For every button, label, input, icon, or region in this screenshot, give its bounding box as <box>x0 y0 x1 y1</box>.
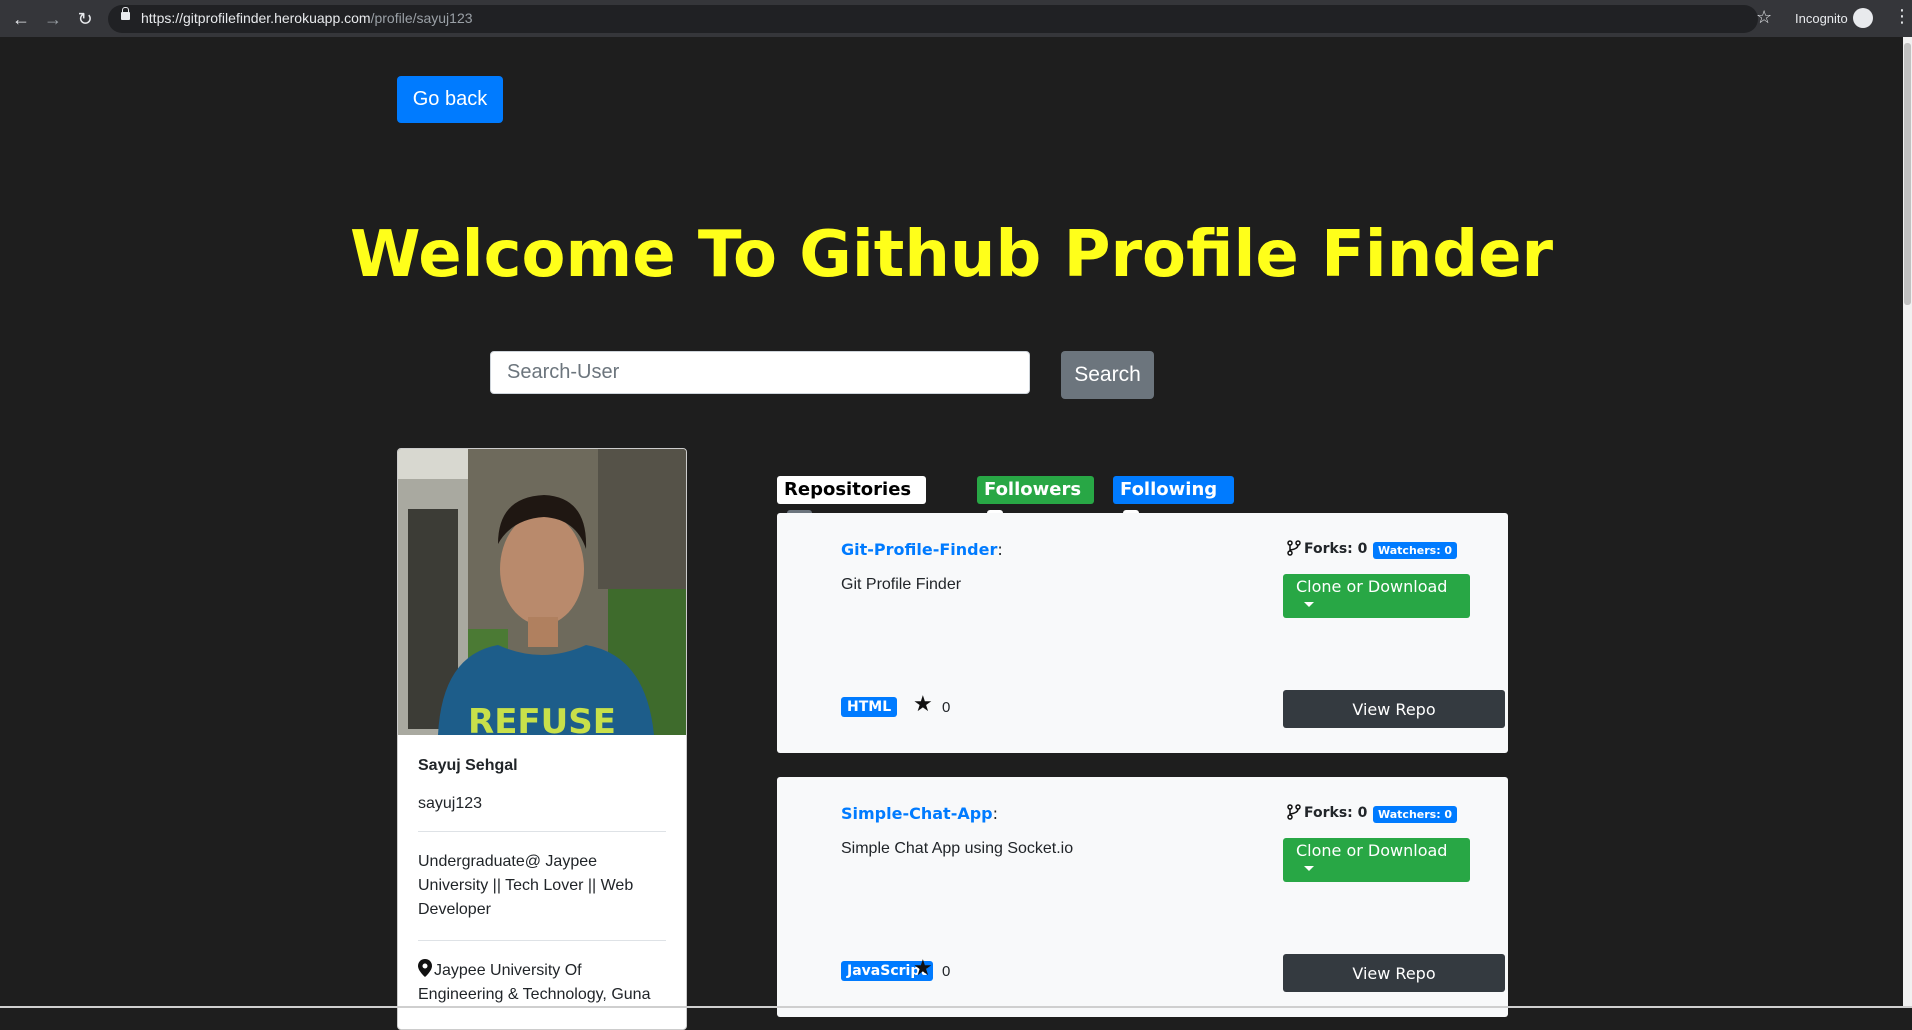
url-text[interactable]: https://gitprofilefinder.herokuapp.com/p… <box>141 10 473 26</box>
repo-forks: Forks: 0 <box>1287 804 1367 821</box>
page-scrollbar[interactable] <box>1903 37 1912 1008</box>
repo-name-link[interactable]: Simple-Chat-App <box>841 804 993 823</box>
view-repo-button[interactable]: View Repo <box>1283 954 1505 992</box>
fork-icon <box>1287 804 1301 820</box>
star-icon: ★ <box>913 955 933 980</box>
clone-or-download-button[interactable]: Clone or Download <box>1283 838 1470 882</box>
back-arrow-icon[interactable]: ← <box>10 8 32 30</box>
view-repo-button[interactable]: View Repo <box>1283 690 1505 728</box>
avatar: REFUSE <box>398 449 686 735</box>
repo-name-link[interactable]: Git-Profile-Finder <box>841 540 997 559</box>
repo-star-count: 0 <box>942 963 951 980</box>
repo-name-wrapper: Git-Profile-Finder: <box>841 540 1003 559</box>
profile-bio: Undergraduate@ Jaypee University || Tech… <box>418 850 666 941</box>
repo-card: Git-Profile-Finder: Git Profile Finder F… <box>777 513 1508 753</box>
browser-toolbar: ← → ↻ https://gitprofilefinder.herokuapp… <box>0 0 1912 37</box>
url-host: https://gitprofilefinder.herokuapp.com <box>141 10 371 26</box>
scrollbar-thumb[interactable] <box>1904 43 1911 305</box>
incognito-icon[interactable] <box>1853 8 1873 28</box>
location-pin-icon <box>418 959 432 977</box>
search-input[interactable] <box>490 351 1030 394</box>
repo-forks: Forks: 0 <box>1287 540 1367 557</box>
reload-icon[interactable]: ↻ <box>74 8 96 30</box>
tab-repositories-label: Repositories <box>784 479 912 500</box>
tab-followers[interactable]: Followers1 <box>977 476 1094 526</box>
chevron-down-icon <box>1304 602 1314 607</box>
tab-repositories[interactable]: Repositories11 <box>777 476 926 526</box>
search-button[interactable]: Search <box>1061 351 1154 399</box>
tab-following-label: Following <box>1120 479 1218 500</box>
incognito-label: Incognito <box>1795 11 1848 26</box>
repo-forks-text: Forks: 0 <box>1304 805 1368 821</box>
location-text: Jaypee University Of Engineering & Techn… <box>418 962 651 1003</box>
svg-text:REFUSE: REFUSE <box>468 702 616 735</box>
repo-star-count: 0 <box>942 699 951 716</box>
fork-icon <box>1287 540 1301 556</box>
profile-name: Sayuj Sehgal <box>418 757 518 774</box>
star-icon: ★ <box>913 691 933 716</box>
repo-language-badge: HTML <box>841 697 898 717</box>
page-title: Welcome To Github Profile Finder <box>349 218 1554 292</box>
repo-description: Git Profile Finder <box>841 576 962 593</box>
profile-details: Sayuj Sehgal sayuj123 Undergraduate@ Jay… <box>418 735 666 1007</box>
chevron-down-icon <box>1304 866 1314 871</box>
clone-or-download-button[interactable]: Clone or Download <box>1283 574 1470 618</box>
repo-watchers-badge: Watchers: 0 <box>1373 542 1458 559</box>
repo-name-wrapper: Simple-Chat-App: <box>841 804 999 823</box>
repo-watchers-badge: Watchers: 0 <box>1373 806 1458 823</box>
tab-followers-label: Followers <box>984 479 1082 500</box>
repo-card: Simple-Chat-App: Simple Chat App using S… <box>777 777 1508 1017</box>
profile-login: sayuj123 <box>418 795 666 832</box>
bookmark-star-icon[interactable]: ☆ <box>1756 7 1772 28</box>
repo-forks-text: Forks: 0 <box>1304 541 1368 557</box>
tab-following[interactable]: Following1 <box>1113 476 1234 526</box>
profile-card: REFUSE Sayuj Sehgal sayuj123 Undergradua… <box>397 448 687 1030</box>
clone-label: Clone or Download <box>1296 577 1448 596</box>
clone-label: Clone or Download <box>1296 841 1448 860</box>
lock-icon <box>121 7 130 20</box>
forward-arrow-icon[interactable]: → <box>42 8 64 30</box>
url-path: /profile/sayuj123 <box>370 10 473 26</box>
repo-description: Simple Chat App using Socket.io <box>841 840 1074 857</box>
go-back-button[interactable]: Go back <box>397 76 503 123</box>
browser-menu-icon[interactable]: ⋮ <box>1893 6 1911 27</box>
profile-location: Jaypee University Of Engineering & Techn… <box>418 959 666 1007</box>
